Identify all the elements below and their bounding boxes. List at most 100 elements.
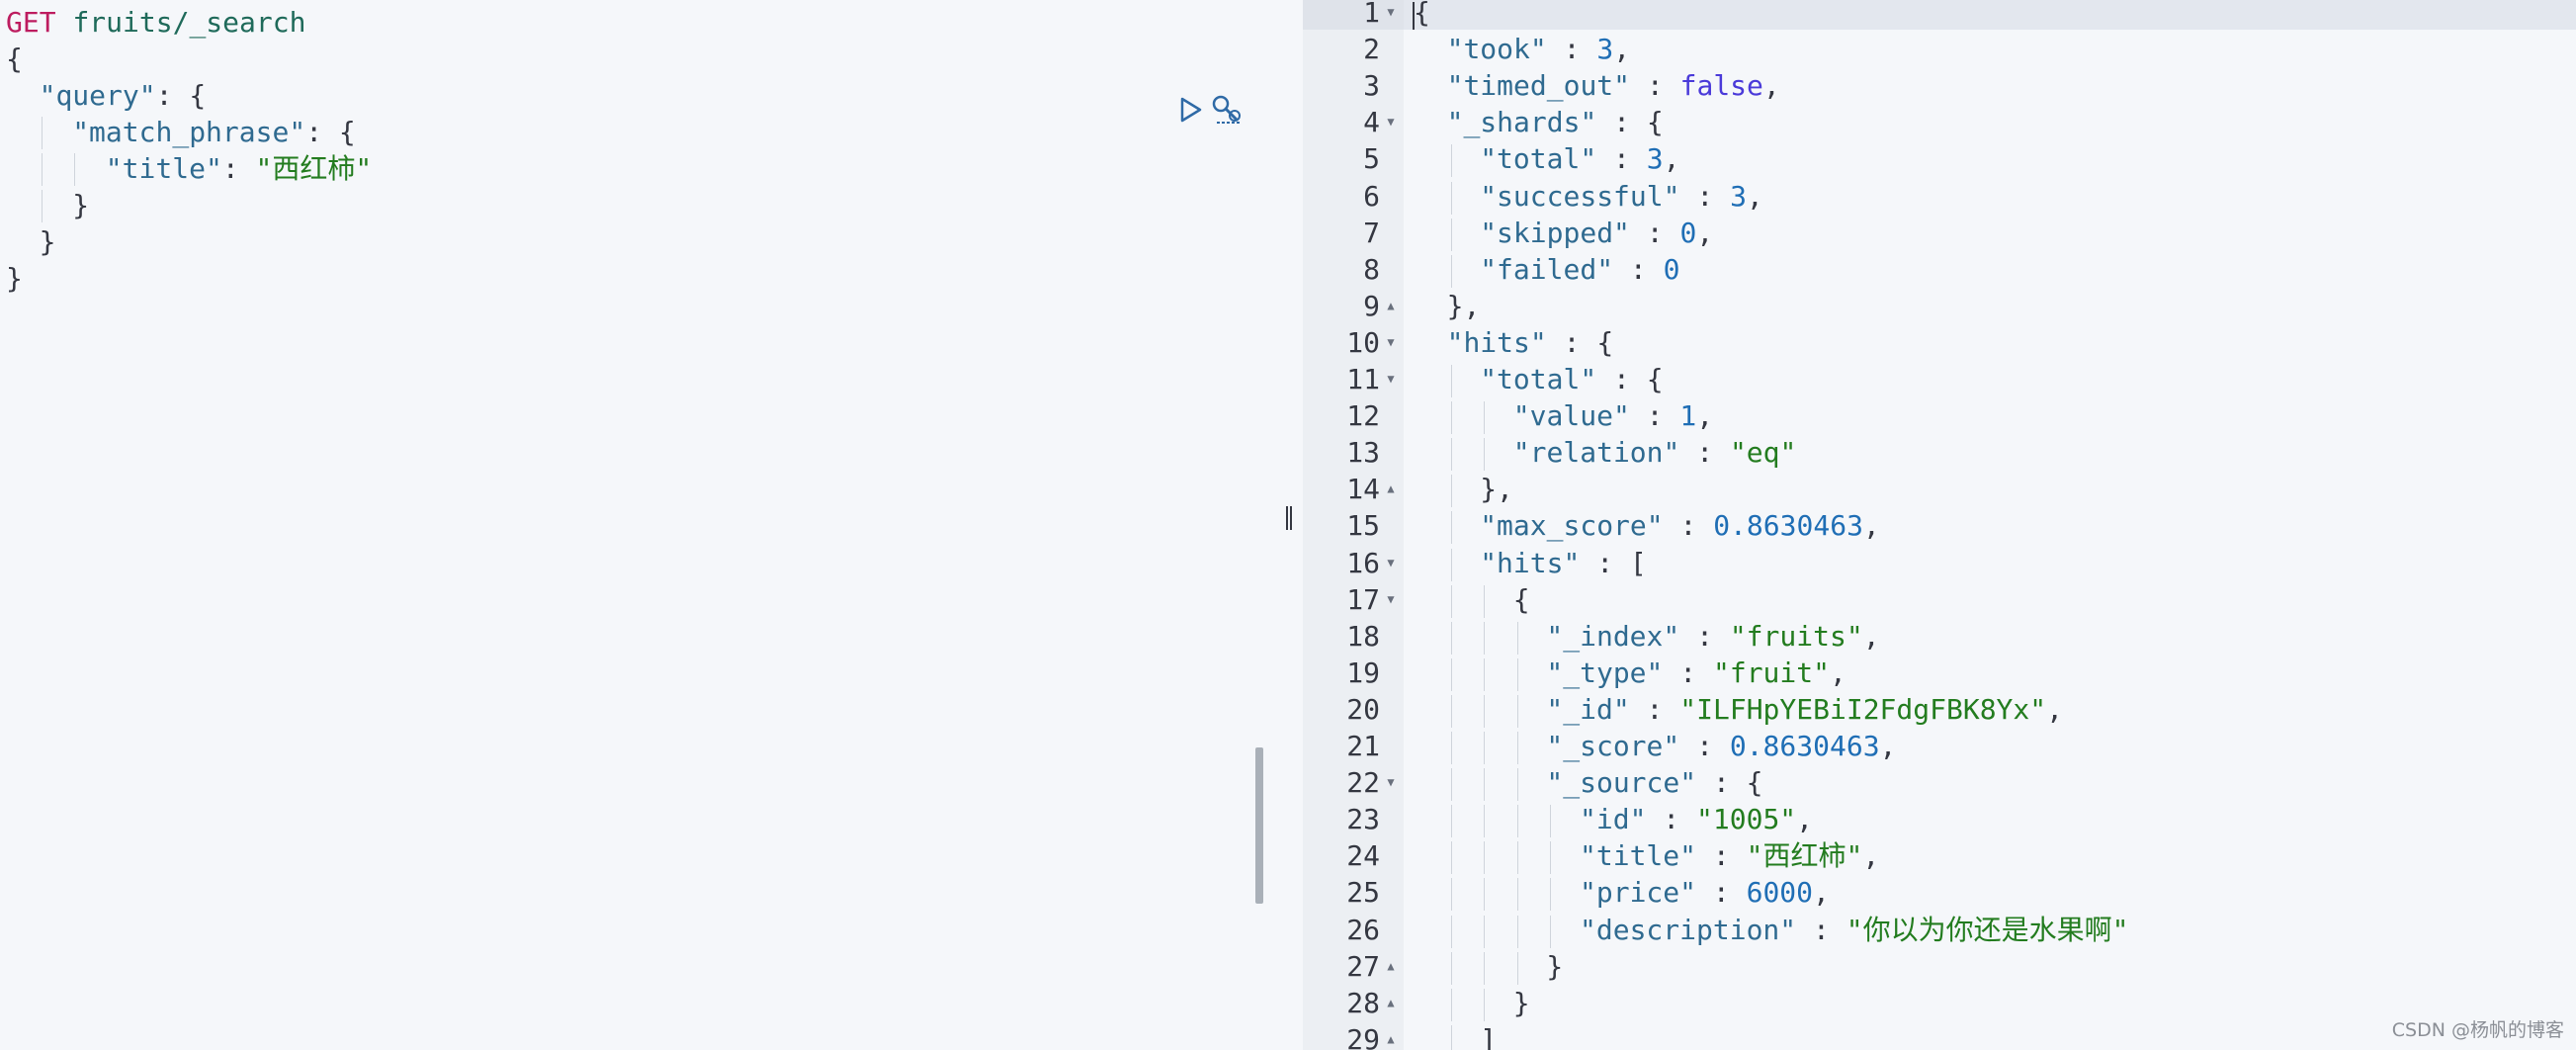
token-punc: } [1512,986,1530,1019]
line-number: 20 [1346,692,1380,726]
token-num: 0.8630463 [1729,730,1880,762]
token-str: "西红柿" [1746,839,1863,873]
active-line-highlight [1404,0,2576,30]
token-key: "_index" [1546,619,1680,653]
request-line[interactable]: "query": { [40,77,207,114]
request-line[interactable]: { [6,41,23,77]
response-viewer[interactable]: 1 ▼{2 "took" : 3, 3 "timed_out" : false, 4 ▼ "_… [1303,0,2576,1050]
play-icon[interactable] [1174,93,1208,127]
fold-end-icon[interactable]: ▲ [1384,471,1398,507]
token-bool: false [1679,69,1763,103]
line-number: 2 [1363,33,1380,66]
fold-expanded-icon[interactable]: ▼ [1384,581,1398,618]
indent-guide [74,153,76,186]
indent-guide [1484,841,1486,875]
token-punc: { [6,43,23,75]
indent-guide [1550,878,1552,912]
resize-handle[interactable] [1284,504,1294,534]
fold-end-icon[interactable]: ▲ [1384,985,1398,1021]
fold-end-icon[interactable]: ▲ [1384,1021,1398,1050]
indent-guide [1450,548,1452,581]
line-number: 15 [1346,509,1380,543]
token-punc: , [1696,399,1714,433]
token-punc: : [221,152,256,185]
fold-expanded-icon[interactable]: ▼ [1384,324,1398,361]
token-punc: , [1862,619,1880,653]
indent-guide [1450,181,1452,215]
indent-guide [1516,915,1518,948]
token-punc: : [1696,876,1747,910]
token-key: "total" [1480,142,1597,176]
request-line[interactable]: "match_phrase": { [72,114,356,150]
token-punc: , [1862,509,1880,543]
response-line: "hits" : [ [1480,545,1647,581]
line-number: 3 [1363,69,1380,103]
fold-expanded-icon[interactable]: ▼ [1384,104,1398,140]
token-punc: : [1629,216,1680,249]
token-num: 3 [1596,33,1614,66]
response-line: "_score" : 0.8630463, [1546,728,1896,764]
indent-guide [1450,694,1452,728]
token-key: "hits" [1480,546,1581,579]
wrench-icon[interactable] [1210,93,1244,127]
request-line[interactable]: } [40,223,56,260]
indent-guide [1450,988,1452,1021]
indent-guide [1516,732,1518,765]
token-punc [56,6,73,39]
indent-guide [1450,438,1452,472]
response-line: "hits" : { [1447,324,1614,361]
indent-guide [1550,841,1552,875]
token-key: "title" [105,152,222,185]
response-line: "took" : 3, [1447,31,1630,67]
token-punc: }, [1446,289,1481,322]
indent-guide [1516,768,1518,802]
request-line[interactable]: "title": "西红柿" [106,150,372,187]
request-editor[interactable]: GET fruits/_search{ "query": {"match_phra… [0,0,1275,1050]
response-line: "_type" : "fruit", [1546,655,1846,691]
line-number: 11 [1346,363,1380,395]
fold-end-icon[interactable]: ▲ [1384,288,1398,324]
indent-guide [1484,878,1486,912]
fold-end-icon[interactable]: ▲ [1384,948,1398,985]
response-line: "price" : 6000, [1580,874,1830,911]
token-method: GET [6,6,56,39]
fold-expanded-icon[interactable]: ▼ [1384,764,1398,801]
indent-guide [1484,951,1486,985]
token-num: 1 [1679,399,1697,433]
fold-expanded-icon[interactable]: ▼ [1384,545,1398,581]
request-line[interactable]: } [72,187,89,223]
indent-guide [1450,475,1452,508]
token-key: "_source" [1546,766,1697,800]
fold-expanded-icon[interactable]: ▼ [1384,361,1398,397]
token-punc: : [1796,913,1846,946]
token-key: "id" [1580,803,1647,836]
token-punc: , [1663,142,1680,176]
token-str: "eq" [1729,436,1797,470]
indent-guide [1450,878,1452,912]
token-num: 6000 [1746,876,1814,910]
token-num: 3 [1646,142,1664,176]
indent-guide [1516,951,1518,985]
indent-guide [1484,988,1486,1021]
response-line: "max_score" : 0.8630463, [1480,507,1880,544]
token-num: 3 [1730,179,1747,213]
request-scrollbar[interactable] [1255,747,1263,904]
token-punc: { [1414,0,1430,29]
token-str: "fruits" [1729,619,1863,653]
request-line[interactable]: } [6,260,23,297]
response-line: "title" : "西红柿", [1580,837,1879,874]
indent-guide [1450,254,1452,288]
indent-guide [1450,951,1452,985]
token-key: "_id" [1546,692,1630,726]
line-number: 6 [1363,179,1380,213]
indent-guide [1450,1024,1452,1050]
watermark: CSDN @杨帆的博客 [2391,1019,2564,1041]
response-line: }, [1480,471,1513,507]
indent-guide [1450,218,1452,251]
token-punc: } [1546,949,1564,983]
fold-expanded-icon[interactable]: ▼ [1384,0,1398,31]
token-punc: : [1679,436,1730,470]
request-line[interactable]: GET fruits/_search [6,4,305,41]
indent-guide [1484,805,1486,838]
line-number: 28 [1346,986,1380,1019]
